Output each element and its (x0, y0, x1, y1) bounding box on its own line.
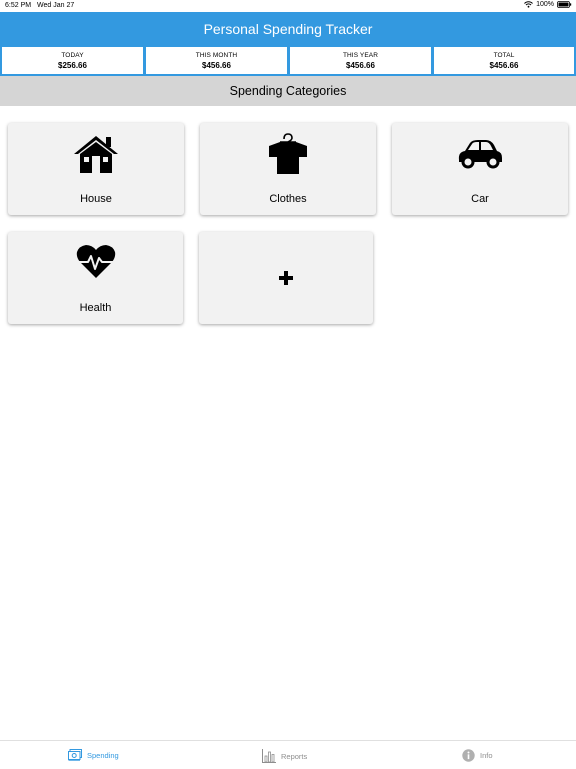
summary-today: TODAY $256.66 (2, 47, 143, 74)
house-icon (73, 133, 119, 175)
tab-bar: Spending Reports Info (0, 740, 576, 769)
category-card-clothes[interactable]: Clothes (200, 123, 376, 215)
summary-label: TOTAL (493, 52, 515, 59)
category-label: Clothes (269, 193, 307, 205)
summary-value: $456.66 (489, 61, 519, 70)
tab-label: Info (480, 751, 493, 760)
status-indicators: 100% (524, 1, 572, 8)
bar-chart-icon (262, 749, 276, 763)
heartbeat-icon (75, 244, 116, 280)
category-label: Health (79, 302, 112, 314)
app-header: Personal Spending Tracker (0, 12, 576, 47)
section-title: Spending Categories (229, 84, 347, 98)
shirt-icon (267, 133, 309, 175)
category-label: House (80, 193, 112, 205)
add-category-button[interactable] (199, 232, 373, 324)
info-icon (462, 749, 475, 762)
spending-summary: TODAY $256.66 THIS MONTH $456.66 THIS YE… (0, 46, 576, 76)
status-date: Wed Jan 27 (37, 2, 75, 9)
summary-total: TOTAL $456.66 (434, 47, 574, 74)
summary-value: $256.66 (58, 61, 87, 70)
tab-reports[interactable]: Reports (262, 749, 307, 763)
summary-this-year: THIS YEAR $456.66 (290, 47, 431, 74)
summary-label: THIS YEAR (342, 52, 379, 59)
tab-info[interactable]: Info (462, 749, 493, 762)
status-time: 6:52 PM (5, 2, 32, 9)
category-card-health[interactable]: Health (8, 232, 183, 324)
money-icon (68, 749, 82, 761)
summary-label: THIS MONTH (195, 52, 238, 59)
section-header: Spending Categories (0, 76, 576, 106)
car-icon (456, 138, 504, 170)
status-bar: 6:52 PM Wed Jan 27 100% (0, 0, 576, 12)
summary-value: $456.66 (346, 61, 375, 70)
category-card-car[interactable]: Car (392, 123, 568, 215)
tab-label: Spending (87, 750, 119, 760)
tab-label: Reports (281, 751, 308, 761)
app-title: Personal Spending Tracker (203, 21, 373, 37)
summary-label: TODAY (61, 52, 84, 59)
wifi-icon (524, 1, 533, 8)
category-label: Car (471, 193, 489, 205)
tab-spending[interactable]: Spending (68, 749, 119, 761)
summary-this-month: THIS MONTH $456.66 (146, 47, 287, 74)
battery-percent: 100% (536, 1, 554, 8)
plus-icon (279, 271, 293, 285)
summary-value: $456.66 (202, 61, 231, 70)
category-card-house[interactable]: House (8, 123, 184, 215)
battery-icon (557, 1, 572, 8)
